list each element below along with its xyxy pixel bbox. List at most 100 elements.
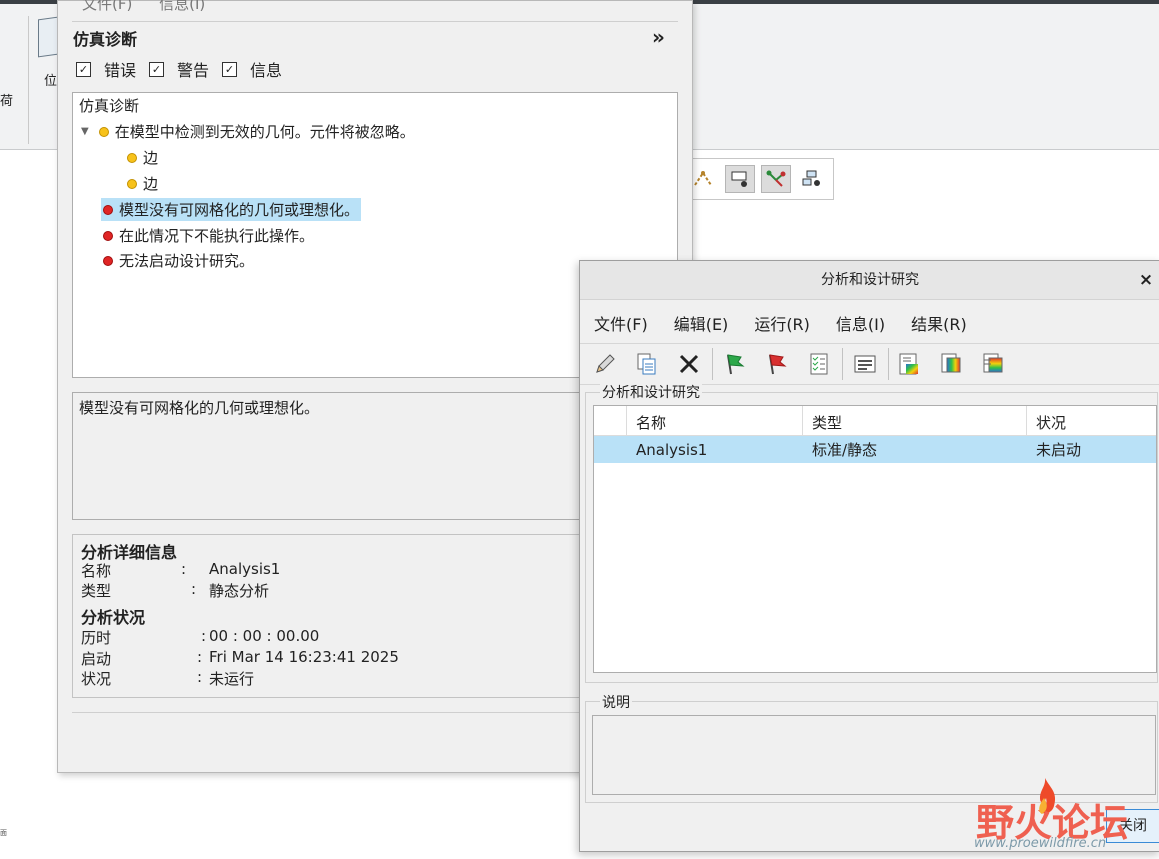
tree-root-label: 仿真诊断 (79, 97, 140, 115)
diag-filters: ✓ 错误 ✓ 警告 ✓ 信息 (76, 57, 295, 81)
colon: : (201, 627, 207, 645)
row-type: 标准/静态 (812, 441, 878, 459)
annotation-display-icon[interactable] (797, 165, 827, 193)
name-value: Analysis1 (209, 560, 281, 578)
analysis-design-studies-dialog: 分析和设计研究 × 文件(F) 编辑(E) 运行(R) 信息(I) 结果(R) (579, 260, 1159, 852)
table-header-status[interactable]: 状况 (1027, 406, 1156, 436)
error-label: 在此情况下不能执行此操作。 (119, 227, 315, 245)
results-icon[interactable] (894, 350, 924, 378)
tree-root[interactable]: 仿真诊断 (79, 95, 139, 116)
diag-menu-file[interactable]: 文件(F) (82, 0, 132, 13)
studies-group-title: 分析和设计研究 (600, 382, 702, 402)
warnings-checkbox-label[interactable]: 警告 (177, 57, 209, 81)
colon: : (191, 580, 197, 598)
table-row[interactable]: Analysis1 标准/静态 未启动 (594, 436, 1156, 463)
copy-icon[interactable] (632, 350, 662, 378)
table-header-index (594, 406, 627, 436)
tree-error-item[interactable]: 在此情况下不能执行此操作。 (103, 225, 314, 246)
type-label: 类型 (81, 582, 112, 600)
studies-table[interactable]: 名称 类型 状况 Analysis1 标准/静态 未启动 (593, 405, 1157, 673)
watermark: 野火论坛 www.proewildfire.cn (970, 778, 1159, 859)
error-icon (103, 204, 113, 215)
menu-file[interactable]: 文件(F) (594, 311, 648, 335)
description-title: 说明 (600, 692, 632, 712)
diag-title: 仿真诊断 (73, 30, 138, 49)
position-icon[interactable] (38, 16, 58, 58)
results-copy-icon[interactable] (936, 350, 966, 378)
type-value: 静态分析 (209, 582, 270, 600)
row-status: 未启动 (1036, 441, 1082, 459)
watermark-url: www.proewildfire.cn (974, 836, 1107, 851)
close-icon[interactable]: × (1136, 261, 1156, 299)
table-header-type[interactable]: 类型 (803, 406, 1027, 436)
tree-warning-group[interactable]: ▼ 在模型中检测到无效的几何。元件将被忽略。 (81, 121, 415, 142)
errors-checkbox-label[interactable]: 错误 (104, 57, 136, 81)
tree-warning-child[interactable]: 边 (127, 173, 158, 194)
tree-error-item[interactable]: 无法启动设计研究。 (103, 250, 254, 271)
detail-row-elapsed: 历时 : 00 : 00 : 00.00 (81, 627, 319, 648)
results-insert-icon[interactable] (978, 350, 1008, 378)
detail-row-type: 类型 : 静态分析 (81, 580, 269, 601)
state-value: 未运行 (209, 670, 255, 688)
colon: : (197, 648, 203, 666)
diag-menu-info[interactable]: 信息(I) (159, 0, 205, 13)
error-label: 无法启动设计研究。 (119, 252, 255, 270)
detail-row-start: 启动 : Fri Mar 14 16:23:41 2025 (81, 648, 399, 669)
warnings-checkbox[interactable]: ✓ (149, 61, 165, 77)
tree-error-item-selected[interactable]: 模型没有可网格化的几何或理想化。 (101, 198, 362, 221)
state-label: 状况 (81, 670, 112, 688)
colon: : (181, 560, 187, 578)
status-text: 面 (0, 829, 7, 837)
delete-icon[interactable] (674, 350, 704, 378)
ribbon-load-label[interactable]: 荷 (0, 90, 13, 109)
tree-display-icon[interactable] (761, 165, 791, 193)
graphics-toolbar (686, 158, 834, 200)
red-flag-icon[interactable] (762, 350, 792, 378)
review-icon[interactable] (850, 350, 880, 378)
dialog-toolbar (580, 343, 1159, 385)
error-label: 模型没有可网格化的几何或理想化。 (119, 201, 360, 219)
expand-arrow-icon[interactable]: ▼ (81, 126, 89, 137)
info-checkbox[interactable]: ✓ (222, 61, 238, 77)
elapsed-label: 历时 (81, 629, 112, 647)
dialog-title: 分析和设计研究 (821, 272, 919, 288)
tree-warning-child[interactable]: 边 (127, 147, 158, 168)
detail-row-name: 名称 : Analysis1 (81, 560, 280, 581)
diag-menu-bar: 文件(F) 信息(I) (82, 0, 227, 14)
name-label: 名称 (81, 562, 112, 580)
info-checkbox-label[interactable]: 信息 (250, 57, 282, 81)
colon: : (197, 668, 203, 686)
toolbar-divider (888, 348, 889, 380)
table-header-name[interactable]: 名称 (627, 406, 803, 436)
description-field[interactable] (592, 715, 1156, 795)
collapse-icon[interactable]: » (652, 25, 665, 49)
pencil-icon[interactable] (590, 350, 620, 378)
detail-row-state: 状况 : 未运行 (81, 668, 254, 689)
warning-child-label: 边 (143, 175, 159, 193)
menu-info[interactable]: 信息(I) (836, 311, 885, 335)
toolbar-divider (712, 348, 713, 380)
ribbon-position-label[interactable]: 位 (44, 70, 57, 89)
status-header: 分析状况 (81, 608, 146, 627)
datum-display-icon[interactable] (689, 165, 719, 193)
menu-results[interactable]: 结果(R) (911, 311, 967, 335)
warning-icon (127, 152, 137, 163)
view-manager-icon[interactable] (725, 165, 755, 193)
message-text: 模型没有可网格化的几何或理想化。 (79, 399, 320, 417)
warning-icon (127, 178, 137, 189)
error-icon (103, 230, 113, 241)
ribbon-divider (28, 16, 29, 144)
errors-checkbox[interactable]: ✓ (76, 61, 91, 77)
dialog-title-bar[interactable]: 分析和设计研究 × (580, 261, 1159, 300)
green-flag-icon[interactable] (720, 350, 750, 378)
start-label: 启动 (81, 650, 112, 668)
warning-child-label: 边 (143, 149, 159, 167)
menu-edit[interactable]: 编辑(E) (674, 311, 729, 335)
warning-group-label: 在模型中检测到无效的几何。元件将被忽略。 (114, 123, 415, 141)
warning-icon (98, 126, 109, 137)
start-value: Fri Mar 14 16:23:41 2025 (209, 648, 399, 666)
dialog-menu-bar: 文件(F) 编辑(E) 运行(R) 信息(I) 结果(R) (594, 311, 967, 335)
menu-run[interactable]: 运行(R) (754, 311, 810, 335)
status-list-icon[interactable] (804, 350, 834, 378)
row-name: Analysis1 (636, 441, 708, 459)
